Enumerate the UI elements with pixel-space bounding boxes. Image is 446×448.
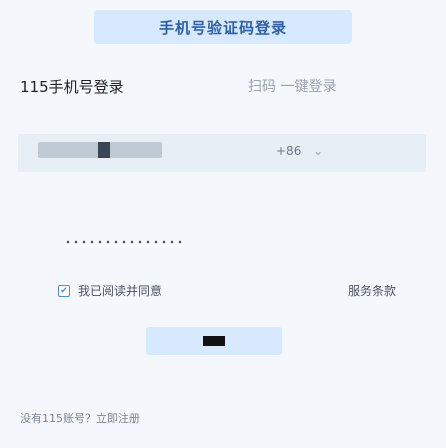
tab-phone-login[interactable]: 115手机号登录 xyxy=(20,76,124,97)
page-banner: 手机号验证码登录 xyxy=(94,10,352,44)
terms-link-label: 服务条款 xyxy=(348,284,397,298)
country-select-indicator xyxy=(98,142,110,158)
login-button-label xyxy=(203,336,225,346)
tab-phone-login-label: 115手机号登录 xyxy=(20,78,124,96)
tab-qr-login[interactable]: 扫码 一键登录 xyxy=(248,76,336,96)
login-button[interactable] xyxy=(146,327,282,355)
consent-label: 我已阅读并同意 xyxy=(78,284,163,298)
chevron-down-icon: ⌄ xyxy=(313,144,324,158)
tab-qr-login-label: 扫码 一键登录 xyxy=(248,79,337,95)
password-mask[interactable] xyxy=(64,240,184,244)
consent-checkbox[interactable]: ✔ xyxy=(58,284,70,297)
banner-title: 手机号验证码登录 xyxy=(158,18,287,37)
footer-register-label: 没有115账号？立即注册 xyxy=(20,412,140,425)
region-label: +86 xyxy=(276,144,302,158)
terms-link[interactable]: 服务条款 xyxy=(348,282,396,299)
footer-register-text[interactable]: 没有115账号？立即注册 xyxy=(20,410,140,426)
consent-row[interactable]: ✔ 我已阅读并同意 xyxy=(58,282,162,299)
region-select[interactable]: +86 ⌄ xyxy=(276,144,323,158)
